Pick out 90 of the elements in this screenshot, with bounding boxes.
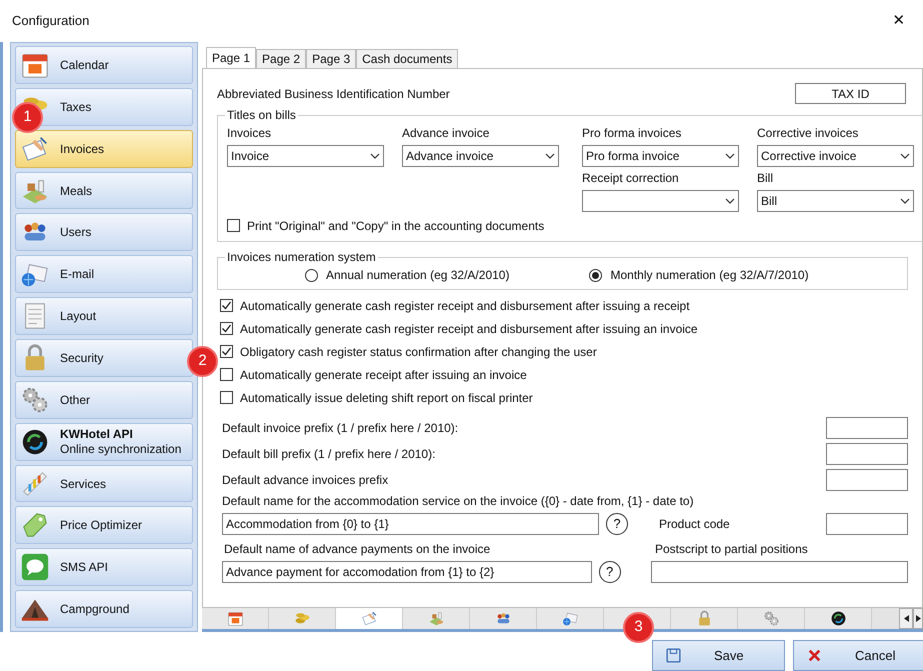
checkbox[interactable] [220,322,233,335]
dropdown[interactable]: Bill [757,190,914,212]
field-label: Product code [659,516,730,533]
input-field[interactable]: Advance payment for accomodation from {1} to {2} [222,561,592,583]
sidebar-item[interactable]: Services [15,464,193,502]
checkbox[interactable] [227,219,240,232]
sidebar-item[interactable]: Security [15,339,193,377]
dropdown[interactable]: Advance invoice [402,145,559,167]
field-label: Postscript to partial positions [655,541,808,558]
field-label: Advance invoice [402,125,490,142]
checkbox-label: Print "Original" and "Copy" in the accounting documents [247,218,544,234]
field-label: Receipt correction [582,170,680,187]
field-label: Pro forma invoices [582,125,682,142]
document-pen-icon [360,610,378,627]
sidebar-item[interactable]: Users [15,213,193,252]
radio-button[interactable] [305,268,318,282]
checkbox[interactable] [220,391,233,404]
gears-icon [762,610,780,627]
save-button[interactable]: Save [652,640,785,671]
input-field[interactable] [826,513,908,535]
input-field[interactable] [651,561,908,583]
radio-label: Annual numeration (eg 32/A/2010) [326,267,510,284]
left-arrow-icon [904,615,908,622]
tab[interactable]: Cash documents [356,49,458,68]
envelope-icon [562,610,578,627]
dropdown[interactable]: Corrective invoice [757,145,914,167]
window-title: Configuration [12,12,90,30]
right-arrow-icon [916,615,920,622]
checkbox-label: Automatically generate cash register receipt and disbursement after issuing a receipt [240,298,690,314]
field-label: Corrective invoices [757,125,860,142]
tab[interactable]: Page 3 [306,49,356,68]
checkbox-label: Obligatory cash register status confirmation after changing the user [240,344,597,360]
sync-icon [830,610,846,627]
food-icon [428,610,444,627]
chevron-down-icon [725,153,735,159]
radio-button[interactable] [589,268,602,282]
chevron-down-icon [725,198,735,204]
sidebar-item[interactable]: Other [15,380,193,419]
field-label: Bill [757,170,774,187]
input-field[interactable]: Accommodation from {0} to {1} [222,513,599,535]
sidebar-item-subtitle: Online synchronization [60,442,182,457]
help-button[interactable]: ? [598,561,621,583]
sidebar-item[interactable]: Layout [15,297,193,336]
dropdown[interactable]: Pro forma invoice [582,145,739,167]
tax-id-button[interactable]: TAX ID [795,83,906,104]
field-label: Default name for the accommodation service on the invoice ({0} - date from, {1} - date to) [222,493,695,510]
checkbox-label: Automatically issue deleting shift report on fiscal printer [240,390,533,406]
close-icon [806,647,823,664]
close-button[interactable]: ✕ [887,10,911,32]
group-title: Invoices numeration system [226,249,377,266]
dropdown[interactable] [582,190,739,212]
field-label: Default advance invoices prefix [222,472,388,489]
chevron-down-icon [900,153,910,159]
sidebar-item-title: KWHotel API [60,426,134,442]
checkbox[interactable] [220,345,233,358]
sidebar-item[interactable]: Price Optimizer [15,506,193,544]
icon-tab[interactable] [805,608,872,629]
sidebar-item[interactable]: KWHotel API Online synchronization [15,422,193,461]
chevron-down-icon [900,198,910,204]
scroll-left-button[interactable] [899,608,913,629]
tab[interactable]: Page 1 [206,47,256,68]
field-label: Default invoice prefix (1 / prefix here / 2010): [222,420,458,437]
scroll-right-button[interactable] [913,608,923,629]
chevron-down-icon [370,153,380,159]
calendar-icon [226,610,244,627]
checkbox[interactable] [220,368,233,381]
chat-icon [20,552,50,582]
sidebar-item[interactable]: Calendar [15,46,193,84]
checkbox-label: Automatically generate cash register receipt and disbursement after issuing an invoice [240,320,698,338]
checkbox[interactable] [220,299,233,312]
cancel-button[interactable]: Cancel [793,640,923,671]
chevron-down-icon [545,153,555,159]
field-label: Default bill prefix (1 / prefix here / 2010): [222,446,436,463]
input-field[interactable] [826,469,908,491]
field-label: Abbreviated Business Identification Number [217,86,450,102]
sidebar-item[interactable]: Campground [15,590,193,628]
dropdown[interactable]: Invoice [227,145,384,167]
sidebar-item[interactable]: E-mail [15,255,193,294]
tab[interactable]: Page 2 [256,49,306,68]
checkbox-label: Automatically generate receipt after issuing an invoice [240,366,527,384]
input-field[interactable] [826,417,908,439]
input-field[interactable] [826,443,908,465]
field-label: Default name of advance payments on the invoice [223,541,492,558]
help-button[interactable]: ? [606,513,628,535]
radio-label: Monthly numeration (eg 32/A/7/2010) [610,267,809,284]
sidebar-item[interactable]: Invoices [15,130,193,168]
sidebar-item[interactable]: Meals [15,172,193,210]
sidebar-item[interactable]: SMS API [15,548,193,586]
field-label: Invoices [227,125,272,142]
group-title: Titles on bills [226,107,297,124]
